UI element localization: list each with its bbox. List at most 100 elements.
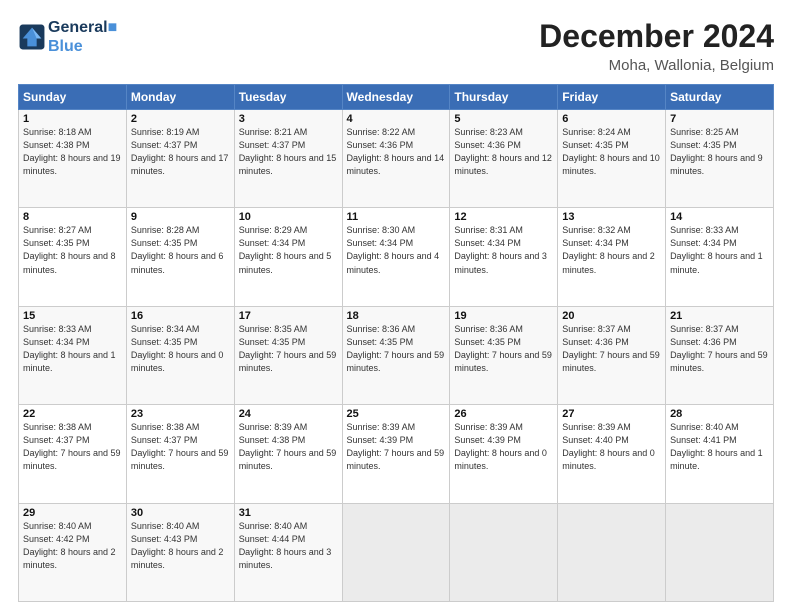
calendar-cell: 17 Sunrise: 8:35 AM Sunset: 4:35 PM Dayl… xyxy=(234,306,342,404)
day-number: 1 xyxy=(23,113,122,125)
day-number: 17 xyxy=(239,310,338,322)
calendar-cell xyxy=(558,503,666,601)
day-info: Sunrise: 8:36 AM Sunset: 4:35 PM Dayligh… xyxy=(454,323,553,375)
day-number: 24 xyxy=(239,408,338,420)
calendar-week-row: 29 Sunrise: 8:40 AM Sunset: 4:42 PM Dayl… xyxy=(19,503,774,601)
calendar-week-row: 1 Sunrise: 8:18 AM Sunset: 4:38 PM Dayli… xyxy=(19,110,774,208)
calendar-cell: 19 Sunrise: 8:36 AM Sunset: 4:35 PM Dayl… xyxy=(450,306,558,404)
calendar-cell: 24 Sunrise: 8:39 AM Sunset: 4:38 PM Dayl… xyxy=(234,405,342,503)
day-number: 28 xyxy=(670,408,769,420)
page: General■ Blue December 2024 Moha, Wallon… xyxy=(0,0,792,612)
day-number: 18 xyxy=(347,310,446,322)
calendar-day-header: Tuesday xyxy=(234,85,342,110)
subtitle: Moha, Wallonia, Belgium xyxy=(539,57,774,74)
day-info: Sunrise: 8:37 AM Sunset: 4:36 PM Dayligh… xyxy=(670,323,769,375)
calendar-week-row: 22 Sunrise: 8:38 AM Sunset: 4:37 PM Dayl… xyxy=(19,405,774,503)
day-info: Sunrise: 8:18 AM Sunset: 4:38 PM Dayligh… xyxy=(23,126,122,178)
calendar-week-row: 8 Sunrise: 8:27 AM Sunset: 4:35 PM Dayli… xyxy=(19,208,774,306)
calendar-cell: 22 Sunrise: 8:38 AM Sunset: 4:37 PM Dayl… xyxy=(19,405,127,503)
day-number: 31 xyxy=(239,507,338,519)
day-info: Sunrise: 8:29 AM Sunset: 4:34 PM Dayligh… xyxy=(239,224,338,276)
day-info: Sunrise: 8:27 AM Sunset: 4:35 PM Dayligh… xyxy=(23,224,122,276)
calendar-header-row: SundayMondayTuesdayWednesdayThursdayFrid… xyxy=(19,85,774,110)
day-number: 20 xyxy=(562,310,661,322)
day-info: Sunrise: 8:35 AM Sunset: 4:35 PM Dayligh… xyxy=(239,323,338,375)
calendar-cell: 30 Sunrise: 8:40 AM Sunset: 4:43 PM Dayl… xyxy=(126,503,234,601)
calendar-cell: 6 Sunrise: 8:24 AM Sunset: 4:35 PM Dayli… xyxy=(558,110,666,208)
calendar-cell: 12 Sunrise: 8:31 AM Sunset: 4:34 PM Dayl… xyxy=(450,208,558,306)
day-number: 14 xyxy=(670,211,769,223)
day-number: 2 xyxy=(131,113,230,125)
calendar-day-header: Wednesday xyxy=(342,85,450,110)
calendar-cell: 3 Sunrise: 8:21 AM Sunset: 4:37 PM Dayli… xyxy=(234,110,342,208)
calendar-cell: 28 Sunrise: 8:40 AM Sunset: 4:41 PM Dayl… xyxy=(666,405,774,503)
day-number: 7 xyxy=(670,113,769,125)
day-number: 11 xyxy=(347,211,446,223)
calendar-cell: 14 Sunrise: 8:33 AM Sunset: 4:34 PM Dayl… xyxy=(666,208,774,306)
day-info: Sunrise: 8:40 AM Sunset: 4:44 PM Dayligh… xyxy=(239,520,338,572)
day-number: 3 xyxy=(239,113,338,125)
day-number: 19 xyxy=(454,310,553,322)
day-number: 21 xyxy=(670,310,769,322)
calendar-cell: 23 Sunrise: 8:38 AM Sunset: 4:37 PM Dayl… xyxy=(126,405,234,503)
calendar-cell: 10 Sunrise: 8:29 AM Sunset: 4:34 PM Dayl… xyxy=(234,208,342,306)
day-info: Sunrise: 8:23 AM Sunset: 4:36 PM Dayligh… xyxy=(454,126,553,178)
calendar-cell: 8 Sunrise: 8:27 AM Sunset: 4:35 PM Dayli… xyxy=(19,208,127,306)
calendar-day-header: Saturday xyxy=(666,85,774,110)
calendar-cell: 4 Sunrise: 8:22 AM Sunset: 4:36 PM Dayli… xyxy=(342,110,450,208)
day-info: Sunrise: 8:34 AM Sunset: 4:35 PM Dayligh… xyxy=(131,323,230,375)
calendar-cell xyxy=(342,503,450,601)
header: General■ Blue December 2024 Moha, Wallon… xyxy=(18,18,774,74)
day-number: 4 xyxy=(347,113,446,125)
day-info: Sunrise: 8:40 AM Sunset: 4:43 PM Dayligh… xyxy=(131,520,230,572)
calendar-day-header: Sunday xyxy=(19,85,127,110)
day-info: Sunrise: 8:33 AM Sunset: 4:34 PM Dayligh… xyxy=(23,323,122,375)
calendar-table: SundayMondayTuesdayWednesdayThursdayFrid… xyxy=(18,84,774,602)
calendar-cell: 31 Sunrise: 8:40 AM Sunset: 4:44 PM Dayl… xyxy=(234,503,342,601)
day-number: 6 xyxy=(562,113,661,125)
calendar-cell: 13 Sunrise: 8:32 AM Sunset: 4:34 PM Dayl… xyxy=(558,208,666,306)
day-number: 9 xyxy=(131,211,230,223)
calendar-cell: 29 Sunrise: 8:40 AM Sunset: 4:42 PM Dayl… xyxy=(19,503,127,601)
day-number: 29 xyxy=(23,507,122,519)
day-info: Sunrise: 8:24 AM Sunset: 4:35 PM Dayligh… xyxy=(562,126,661,178)
day-number: 5 xyxy=(454,113,553,125)
calendar-cell: 20 Sunrise: 8:37 AM Sunset: 4:36 PM Dayl… xyxy=(558,306,666,404)
calendar-cell: 18 Sunrise: 8:36 AM Sunset: 4:35 PM Dayl… xyxy=(342,306,450,404)
day-info: Sunrise: 8:32 AM Sunset: 4:34 PM Dayligh… xyxy=(562,224,661,276)
day-info: Sunrise: 8:39 AM Sunset: 4:39 PM Dayligh… xyxy=(347,421,446,473)
day-number: 16 xyxy=(131,310,230,322)
day-number: 27 xyxy=(562,408,661,420)
calendar-day-header: Friday xyxy=(558,85,666,110)
day-number: 13 xyxy=(562,211,661,223)
day-info: Sunrise: 8:40 AM Sunset: 4:41 PM Dayligh… xyxy=(670,421,769,473)
day-info: Sunrise: 8:33 AM Sunset: 4:34 PM Dayligh… xyxy=(670,224,769,276)
logo-text: General■ Blue xyxy=(48,18,117,56)
calendar-cell: 5 Sunrise: 8:23 AM Sunset: 4:36 PM Dayli… xyxy=(450,110,558,208)
calendar-week-row: 15 Sunrise: 8:33 AM Sunset: 4:34 PM Dayl… xyxy=(19,306,774,404)
calendar-cell: 7 Sunrise: 8:25 AM Sunset: 4:35 PM Dayli… xyxy=(666,110,774,208)
day-info: Sunrise: 8:21 AM Sunset: 4:37 PM Dayligh… xyxy=(239,126,338,178)
calendar-day-header: Monday xyxy=(126,85,234,110)
calendar-cell xyxy=(666,503,774,601)
main-title: December 2024 xyxy=(539,18,774,55)
day-number: 10 xyxy=(239,211,338,223)
day-number: 25 xyxy=(347,408,446,420)
day-number: 22 xyxy=(23,408,122,420)
day-info: Sunrise: 8:31 AM Sunset: 4:34 PM Dayligh… xyxy=(454,224,553,276)
day-info: Sunrise: 8:38 AM Sunset: 4:37 PM Dayligh… xyxy=(131,421,230,473)
day-number: 26 xyxy=(454,408,553,420)
logo: General■ Blue xyxy=(18,18,117,56)
day-info: Sunrise: 8:28 AM Sunset: 4:35 PM Dayligh… xyxy=(131,224,230,276)
logo-icon xyxy=(18,23,46,51)
day-info: Sunrise: 8:22 AM Sunset: 4:36 PM Dayligh… xyxy=(347,126,446,178)
day-info: Sunrise: 8:19 AM Sunset: 4:37 PM Dayligh… xyxy=(131,126,230,178)
day-number: 15 xyxy=(23,310,122,322)
day-info: Sunrise: 8:30 AM Sunset: 4:34 PM Dayligh… xyxy=(347,224,446,276)
day-info: Sunrise: 8:36 AM Sunset: 4:35 PM Dayligh… xyxy=(347,323,446,375)
calendar-cell: 21 Sunrise: 8:37 AM Sunset: 4:36 PM Dayl… xyxy=(666,306,774,404)
calendar-cell: 11 Sunrise: 8:30 AM Sunset: 4:34 PM Dayl… xyxy=(342,208,450,306)
calendar-cell: 26 Sunrise: 8:39 AM Sunset: 4:39 PM Dayl… xyxy=(450,405,558,503)
calendar-cell xyxy=(450,503,558,601)
calendar-cell: 15 Sunrise: 8:33 AM Sunset: 4:34 PM Dayl… xyxy=(19,306,127,404)
